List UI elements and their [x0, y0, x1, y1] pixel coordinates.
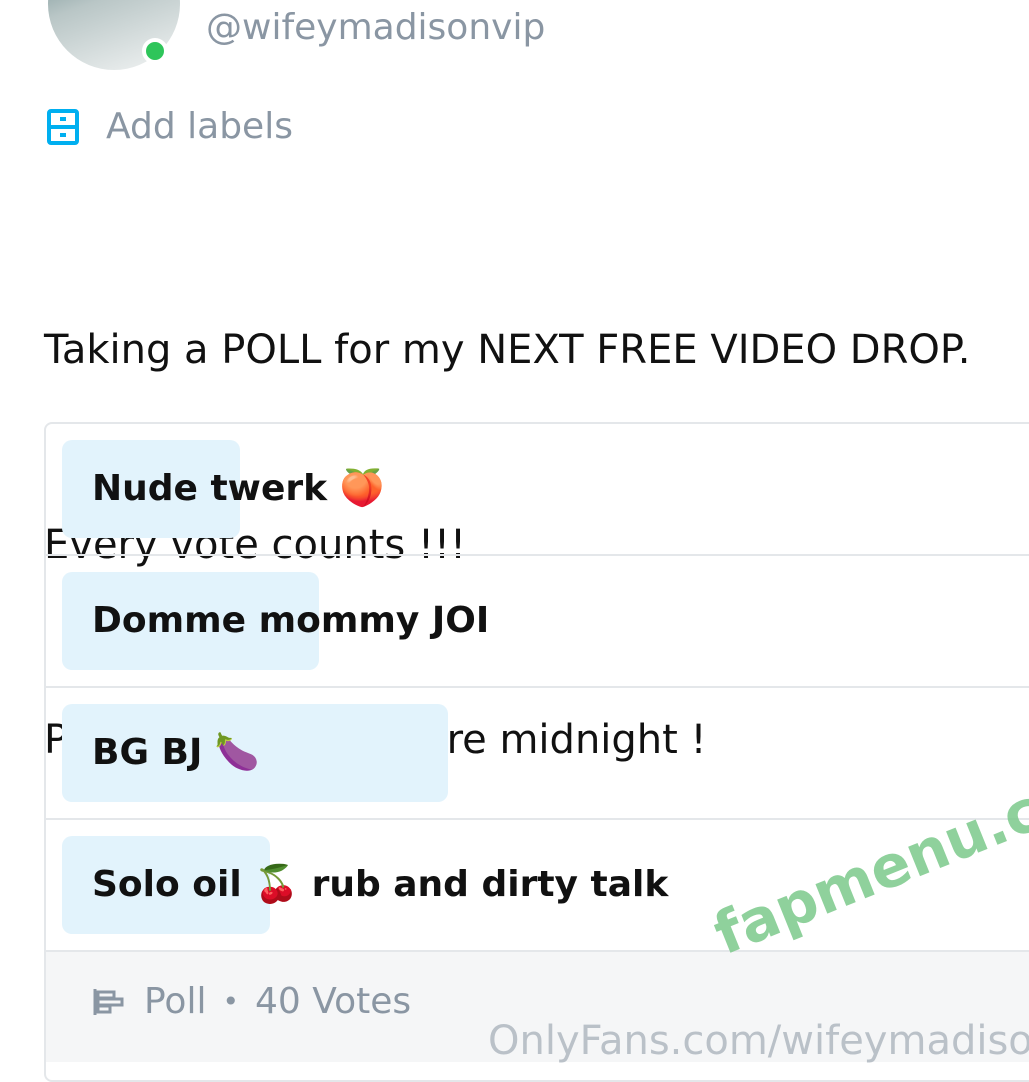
poll-option[interactable]: Nude twerk 🍑 — [46, 424, 1029, 556]
post-line: Taking a POLL for my NEXT FREE VIDEO DRO… — [44, 327, 971, 373]
add-labels-button[interactable]: Add labels — [46, 108, 293, 146]
labels-icon — [47, 109, 79, 145]
online-status-dot — [142, 38, 168, 64]
profile-handle[interactable]: @wifeymadisonvip — [206, 10, 545, 46]
poll-option-label: Solo oil 🍒 rub and dirty talk — [92, 864, 669, 905]
footer-url-watermark: OnlyFans.com/wifeymadison — [488, 1018, 1029, 1064]
votes-count: 40 Votes — [254, 981, 412, 1022]
add-labels-label: Add labels — [106, 106, 293, 147]
separator-dot: • — [222, 985, 239, 1018]
poll-icon — [93, 989, 124, 1015]
poll-option-label: Domme mommy JOI — [92, 600, 490, 641]
poll-option-label: BG BJ 🍆 — [92, 732, 260, 773]
poll-option-label: Nude twerk 🍑 — [92, 468, 385, 509]
poll: Nude twerk 🍑 Domme mommy JOI BG BJ 🍆 Sol… — [44, 422, 1029, 1082]
poll-option[interactable]: BG BJ 🍆 — [46, 688, 1029, 820]
poll-option[interactable]: Domme mommy JOI — [46, 556, 1029, 688]
poll-type-label: Poll — [144, 981, 207, 1022]
